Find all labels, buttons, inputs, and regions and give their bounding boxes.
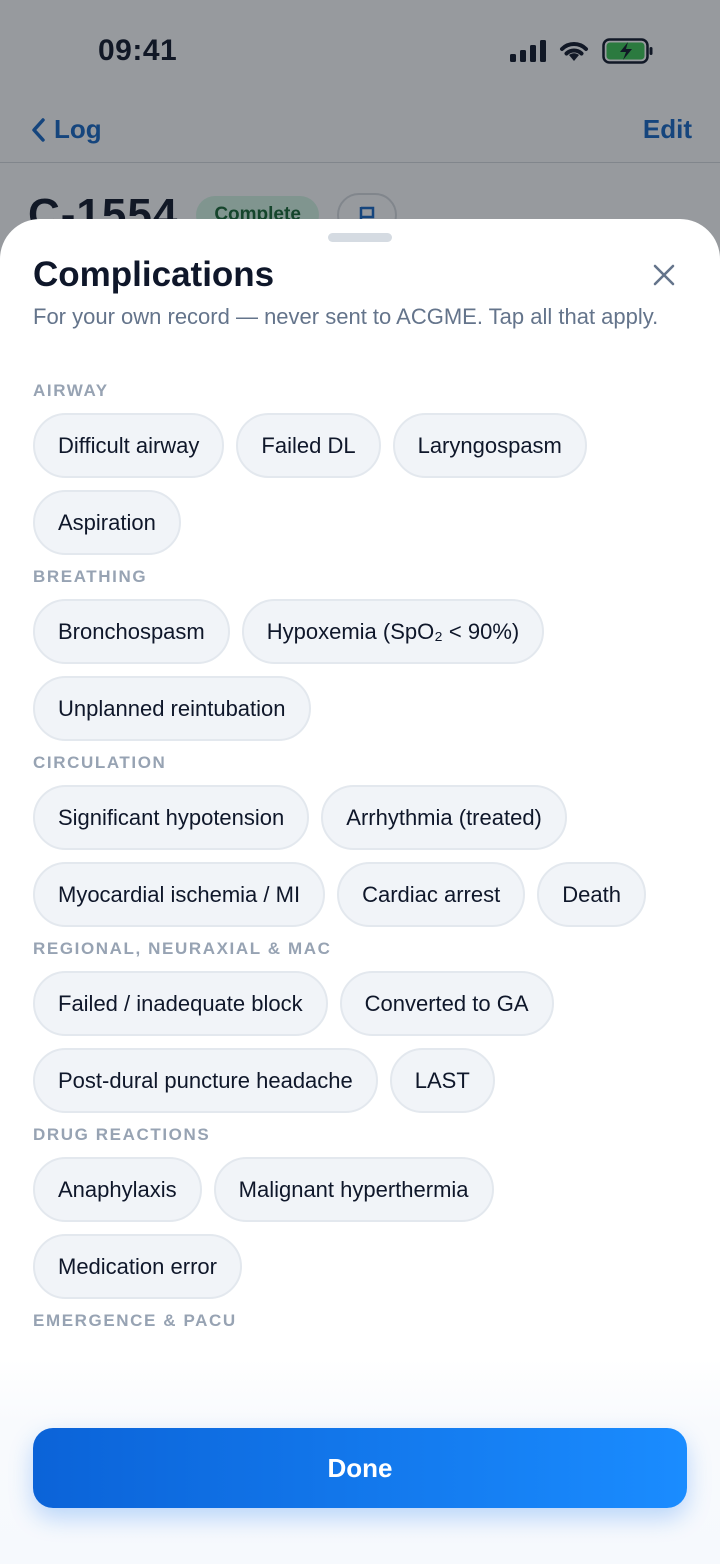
- chip-group: Failed / inadequate block Converted to G…: [33, 971, 693, 1113]
- chip-converted-to-ga[interactable]: Converted to GA: [339, 971, 554, 1036]
- chip-significant-hypotension[interactable]: Significant hypotension: [33, 785, 310, 850]
- section-label: REGIONAL, NEURAXIAL & MAC: [33, 939, 332, 958]
- section-label: DRUG REACTIONS: [33, 1125, 211, 1144]
- section-breathing: BREATHING Bronchospasm Hypoxemia (SpO₂ <…: [33, 567, 693, 741]
- chip-unplanned-reintubation[interactable]: Unplanned reintubation: [33, 676, 311, 741]
- chip-malignant-hyperthermia[interactable]: Malignant hyperthermia: [213, 1157, 494, 1222]
- chip-failed-block[interactable]: Failed / inadequate block: [33, 971, 328, 1036]
- chip-laryngospasm[interactable]: Laryngospasm: [392, 413, 587, 478]
- chip-arrhythmia[interactable]: Arrhythmia (treated): [321, 785, 567, 850]
- chip-hypoxemia[interactable]: Hypoxemia (SpO₂ < 90%): [241, 599, 545, 664]
- chip-medication-error[interactable]: Medication error: [33, 1234, 242, 1299]
- section-airway: AIRWAY Difficult airway Failed DL Laryng…: [33, 381, 693, 555]
- complication-sections: AIRWAY Difficult airway Failed DL Laryng…: [33, 381, 693, 1343]
- chip-group: Significant hypotension Arrhythmia (trea…: [33, 785, 693, 927]
- section-emergence-pacu: EMERGENCE & PACU: [33, 1311, 693, 1331]
- done-button[interactable]: Done: [33, 1428, 687, 1508]
- chip-death[interactable]: Death: [537, 862, 646, 927]
- section-circulation: CIRCULATION Significant hypotension Arrh…: [33, 753, 693, 927]
- chip-last[interactable]: LAST: [389, 1048, 495, 1113]
- section-drug-reactions: DRUG REACTIONS Anaphylaxis Malignant hyp…: [33, 1125, 693, 1299]
- chip-pdph[interactable]: Post-dural puncture headache: [33, 1048, 378, 1113]
- complications-sheet: Complications For your own record — neve…: [0, 219, 720, 1564]
- section-regional: REGIONAL, NEURAXIAL & MAC Failed / inade…: [33, 939, 693, 1113]
- chip-aspiration[interactable]: Aspiration: [33, 490, 181, 555]
- chip-group: Difficult airway Failed DL Laryngospasm …: [33, 413, 693, 555]
- section-label: EMERGENCE & PACU: [33, 1311, 237, 1330]
- chip-group: Bronchospasm Hypoxemia (SpO₂ < 90%) Unpl…: [33, 599, 693, 741]
- chip-group: Anaphylaxis Malignant hyperthermia Medic…: [33, 1157, 693, 1299]
- sheet-title: Complications: [33, 255, 275, 294]
- chip-bronchospasm[interactable]: Bronchospasm: [33, 599, 230, 664]
- chip-difficult-airway[interactable]: Difficult airway: [33, 413, 225, 478]
- close-button[interactable]: [646, 257, 682, 293]
- sheet-grabber[interactable]: [328, 233, 392, 242]
- close-icon: [653, 264, 675, 286]
- section-label: AIRWAY: [33, 381, 109, 400]
- chip-myocardial-ischemia[interactable]: Myocardial ischemia / MI: [33, 862, 326, 927]
- section-label: BREATHING: [33, 567, 148, 586]
- section-label: CIRCULATION: [33, 753, 167, 772]
- sheet-subtitle: For your own record — never sent to ACGM…: [33, 304, 659, 329]
- chip-anaphylaxis[interactable]: Anaphylaxis: [33, 1157, 202, 1222]
- chip-cardiac-arrest[interactable]: Cardiac arrest: [337, 862, 526, 927]
- chip-failed-dl[interactable]: Failed DL: [236, 413, 381, 478]
